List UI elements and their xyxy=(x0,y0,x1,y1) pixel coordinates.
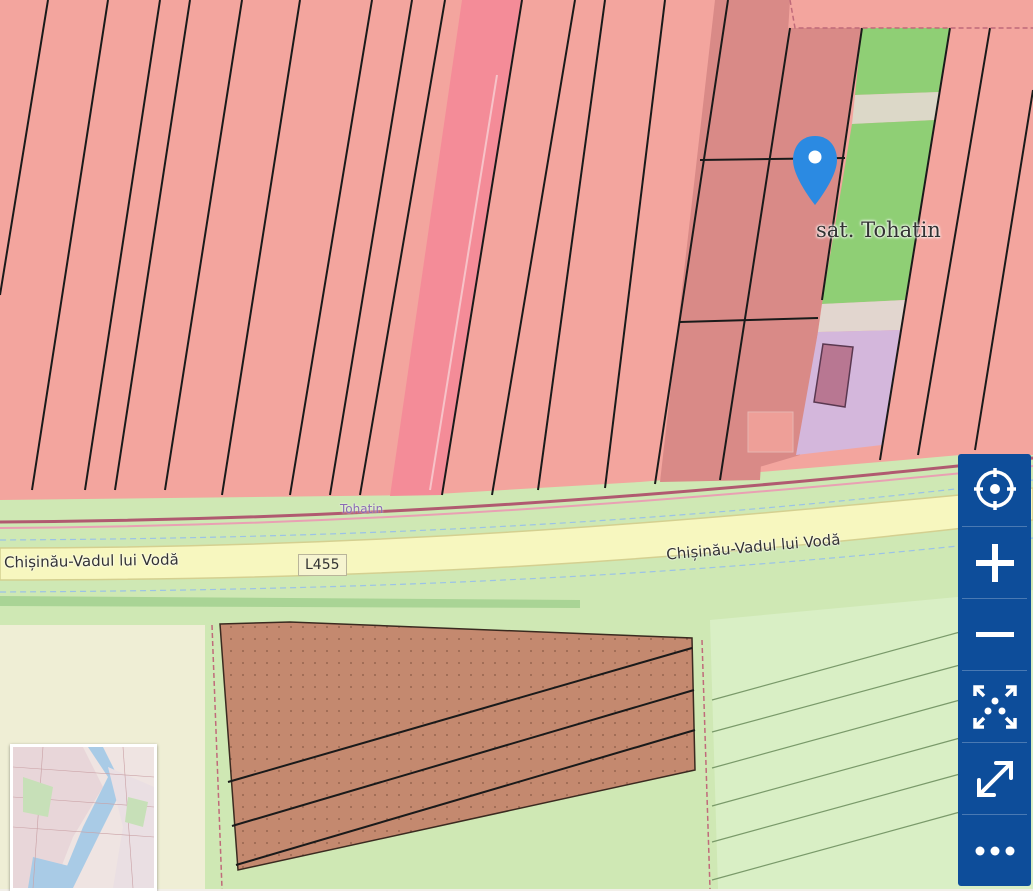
locate-icon xyxy=(973,468,1016,510)
control-divider xyxy=(962,526,1027,527)
expand-icon xyxy=(976,761,1013,797)
road-name-label: Chișinău-Vadul lui Vodă xyxy=(3,550,179,572)
zoom-in-button[interactable] xyxy=(958,528,1031,598)
more-icon xyxy=(975,846,1014,856)
plus-icon xyxy=(975,544,1014,582)
minimap[interactable] xyxy=(10,744,157,891)
meadow xyxy=(855,28,950,95)
path-strip xyxy=(852,92,940,124)
fullscreen-button[interactable] xyxy=(958,744,1031,814)
marker-label: sat. Tohatin xyxy=(816,218,941,242)
minimap-thumbnail xyxy=(13,747,154,888)
zoom-out-button[interactable] xyxy=(958,600,1031,670)
fit-bounds-button[interactable] xyxy=(958,672,1031,742)
fit-bounds-icon xyxy=(972,685,1017,729)
small-parcel xyxy=(747,411,794,453)
control-divider xyxy=(962,670,1027,671)
locate-button[interactable] xyxy=(958,454,1031,524)
control-divider xyxy=(962,814,1027,815)
minus-icon xyxy=(975,632,1014,637)
path-strip xyxy=(818,300,905,332)
control-divider xyxy=(962,598,1027,599)
map-controls xyxy=(958,454,1031,886)
more-button[interactable] xyxy=(958,816,1031,886)
road-ref-badge: L455 xyxy=(298,554,347,576)
control-divider xyxy=(962,742,1027,743)
place-label: Tohatin xyxy=(340,502,384,516)
